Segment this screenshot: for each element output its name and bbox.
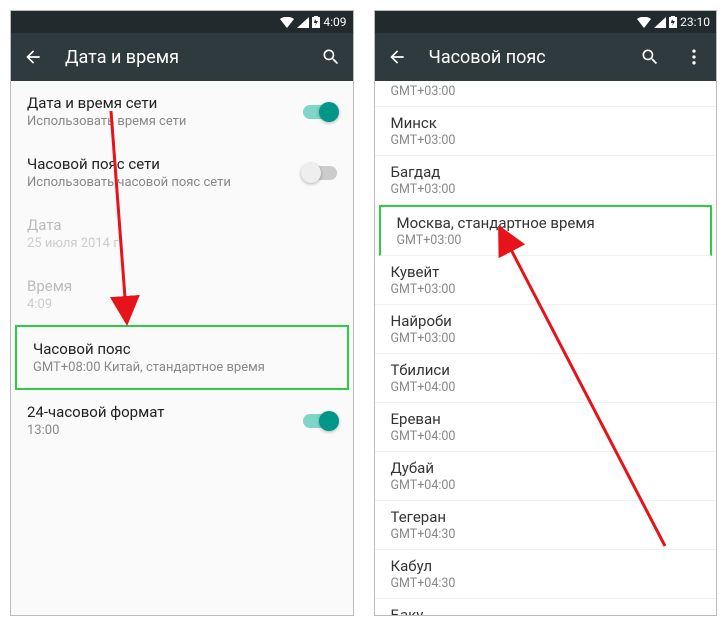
timezone-gmt: GMT+04:00 [391, 429, 701, 444]
timezone-city: Минск [391, 114, 701, 132]
timezone-gmt: GMT+03:00 [397, 233, 695, 248]
appbar-title: Дата и время [65, 47, 299, 68]
setting-subtitle: Использовать часовой пояс сети [27, 175, 303, 190]
toggle-switch[interactable] [303, 166, 337, 180]
timezone-gmt: GMT+04:30 [391, 527, 701, 542]
battery-icon [312, 16, 320, 28]
setting-subtitle: 25 июля 2014 г. [27, 236, 337, 251]
setting-row: Дата 25 июля 2014 г. [11, 203, 353, 264]
timezone-row[interactable]: МинскGMT+03:00 [375, 107, 717, 156]
battery-icon [669, 16, 677, 28]
timezone-gmt: GMT+03:00 [391, 182, 701, 197]
statusbar: 23:10 [375, 11, 717, 33]
wifi-icon [280, 17, 294, 28]
timezone-city: Ереван [391, 410, 701, 428]
wifi-icon [637, 17, 651, 28]
setting-row: Время 4:09 [11, 264, 353, 325]
timezone-gmt: GMT+03:00 [391, 331, 701, 346]
signal-icon [654, 17, 666, 28]
timezone-city: Москва, стандартное время [397, 214, 695, 232]
timezone-city: Тбилиси [391, 361, 701, 379]
statusbar-time: 4:09 [323, 15, 346, 29]
timezone-row[interactable]: ТбилисиGMT+04:00 [375, 354, 717, 403]
timezone-row[interactable]: КувейтGMT+03:00 [375, 256, 717, 305]
timezone-row[interactable]: КабулGMT+04:30 [375, 550, 717, 599]
timezone-row[interactable]: БакуGMT+05:00 [375, 599, 717, 615]
timezone-city: Найроби [391, 312, 701, 330]
setting-row[interactable]: Часовой пояс GMT+08:00 Китай, стандартное… [15, 325, 349, 390]
timezone-row[interactable]: ДубайGMT+04:00 [375, 452, 717, 501]
toggle-switch[interactable] [303, 105, 337, 119]
statusbar: 4:09 [11, 11, 353, 33]
appbar: Дата и время [11, 33, 353, 81]
timezone-gmt: GMT+04:30 [391, 576, 701, 591]
timezone-city: Багдад [391, 163, 701, 181]
timezone-row[interactable]: GMT+03:00 [375, 81, 717, 107]
timezone-city: Тегеран [391, 508, 701, 526]
search-icon[interactable] [638, 45, 662, 69]
back-icon[interactable] [385, 45, 409, 69]
timezone-gmt: GMT+03:00 [391, 133, 701, 148]
timezone-gmt: GMT+03:00 [391, 282, 701, 297]
timezone-gmt: GMT+04:00 [391, 478, 701, 493]
setting-row[interactable]: 24-часовой формат 13:00 [11, 390, 353, 451]
timezone-city: Баку [391, 606, 701, 615]
timezone-list[interactable]: GMT+03:00МинскGMT+03:00БагдадGMT+03:00Мо… [375, 81, 717, 615]
setting-title: Дата и время сети [27, 94, 303, 112]
appbar: Часовой пояс [375, 33, 717, 81]
signal-icon [297, 17, 309, 28]
statusbar-time: 23:10 [680, 15, 710, 29]
setting-subtitle: GMT+08:00 Китай, стандартное время [33, 360, 331, 375]
timezone-city: Кабул [391, 557, 701, 575]
setting-subtitle: 13:00 [27, 423, 303, 438]
timezone-city: Дубай [391, 459, 701, 477]
timezone-city: Кувейт [391, 263, 701, 281]
phone-left: 4:09 Дата и время Дата и время сети Испол… [10, 10, 354, 616]
toggle-switch[interactable] [303, 414, 337, 428]
timezone-row[interactable]: НайробиGMT+03:00 [375, 305, 717, 354]
setting-subtitle: Использовать время сети [27, 114, 303, 129]
appbar-title: Часовой пояс [429, 47, 619, 68]
setting-row[interactable]: Часовой пояс сети Использовать часовой по… [11, 142, 353, 203]
setting-title: 24-часовой формат [27, 403, 303, 421]
timezone-gmt: GMT+04:00 [391, 380, 701, 395]
setting-title: Дата [27, 216, 337, 234]
setting-title: Время [27, 277, 337, 295]
setting-row[interactable]: Дата и время сети Использовать время сети [11, 81, 353, 142]
setting-title: Часовой пояс сети [27, 155, 303, 173]
settings-list: Дата и время сети Использовать время сети… [11, 81, 353, 615]
timezone-row[interactable]: БагдадGMT+03:00 [375, 156, 717, 205]
timezone-row[interactable]: ЕреванGMT+04:00 [375, 403, 717, 452]
search-icon[interactable] [319, 45, 343, 69]
overflow-icon[interactable] [682, 45, 706, 69]
setting-subtitle: 4:09 [27, 297, 337, 312]
phone-right: 23:10 Часовой пояс GMT+03:00МинскGMT+03:… [374, 10, 718, 616]
timezone-gmt: GMT+03:00 [391, 84, 701, 99]
timezone-row[interactable]: ТегеранGMT+04:30 [375, 501, 717, 550]
timezone-row[interactable]: Москва, стандартное времяGMT+03:00 [379, 205, 713, 256]
back-icon[interactable] [21, 45, 45, 69]
setting-title: Часовой пояс [33, 340, 331, 358]
